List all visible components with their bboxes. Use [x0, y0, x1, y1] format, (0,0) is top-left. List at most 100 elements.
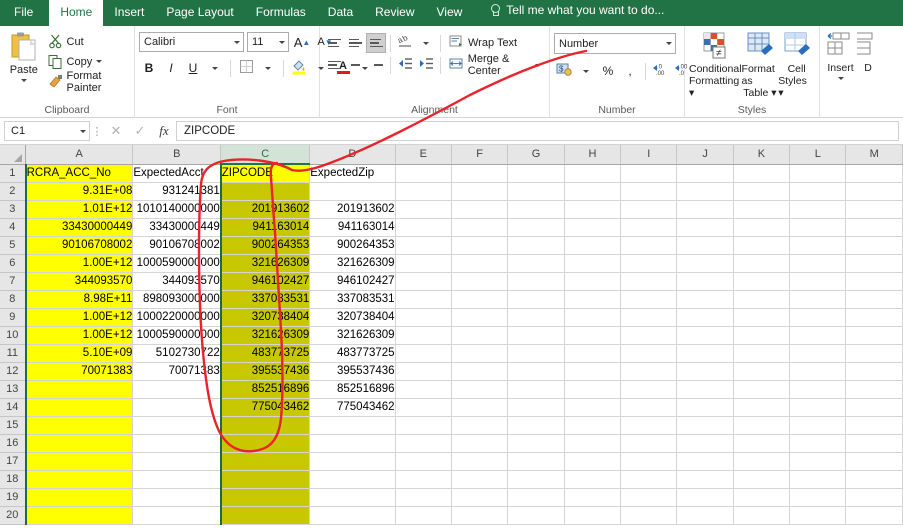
cell-H2[interactable] [564, 182, 620, 200]
number-format-combo[interactable]: Number [554, 33, 676, 54]
cell-D2[interactable] [310, 182, 395, 200]
row-header-10[interactable]: 10 [0, 326, 26, 344]
row-header-4[interactable]: 4 [0, 218, 26, 236]
tab-formulas[interactable]: Formulas [245, 0, 317, 26]
row-header-9[interactable]: 9 [0, 308, 26, 326]
grid-row[interactable]: 16 [0, 434, 903, 452]
cell-L14[interactable] [790, 398, 846, 416]
cell-D6[interactable]: 321626309 [310, 254, 395, 272]
format-painter-button[interactable]: Format Painter [48, 73, 130, 90]
cell-I5[interactable] [621, 236, 677, 254]
cell-K16[interactable] [733, 434, 789, 452]
cell-E9[interactable] [395, 308, 451, 326]
cell-A14[interactable] [26, 398, 133, 416]
cell-C11[interactable]: 483773725 [221, 344, 310, 362]
cell-M2[interactable] [846, 182, 903, 200]
cell-M12[interactable] [846, 362, 903, 380]
formula-bar-grip[interactable]: ⋮ [90, 125, 104, 138]
tell-me-search[interactable]: Tell me what you want to do... [473, 0, 664, 26]
cell-C13[interactable]: 852516896 [221, 380, 310, 398]
cell-K2[interactable] [733, 182, 789, 200]
row-header-12[interactable]: 12 [0, 362, 26, 380]
cell-D8[interactable]: 337083531 [310, 290, 395, 308]
underline-dropdown[interactable] [205, 58, 225, 78]
cell-K11[interactable] [733, 344, 789, 362]
confirm-entry-button[interactable]: ✓ [128, 121, 152, 141]
cell-M11[interactable] [846, 344, 903, 362]
cell-H15[interactable] [564, 416, 620, 434]
cell-K7[interactable] [733, 272, 789, 290]
cell-E13[interactable] [395, 380, 451, 398]
cell-K17[interactable] [733, 452, 789, 470]
cell-E7[interactable] [395, 272, 451, 290]
cell-F1[interactable] [451, 164, 507, 182]
cell-H3[interactable] [564, 200, 620, 218]
cell-F4[interactable] [451, 218, 507, 236]
cell-J9[interactable] [677, 308, 733, 326]
cancel-entry-button[interactable]: ✕ [104, 121, 128, 141]
font-name-combo[interactable]: Calibri [139, 32, 244, 52]
cell-G6[interactable] [508, 254, 564, 272]
grid-row[interactable]: 31.01E+121010140000000201913602201913602 [0, 200, 903, 218]
cell-G3[interactable] [508, 200, 564, 218]
cell-B8[interactable]: 898093000000 [133, 290, 221, 308]
cell-L19[interactable] [790, 488, 846, 506]
cell-M5[interactable] [846, 236, 903, 254]
cell-D13[interactable]: 852516896 [310, 380, 395, 398]
grid-row[interactable]: 18 [0, 470, 903, 488]
cell-D1[interactable]: ExpectedZip [310, 164, 395, 182]
cell-A2[interactable]: 9.31E+08 [26, 182, 133, 200]
copy-button[interactable]: Copy [48, 53, 130, 70]
cell-H8[interactable] [564, 290, 620, 308]
cell-G15[interactable] [508, 416, 564, 434]
cell-J7[interactable] [677, 272, 733, 290]
cell-B5[interactable]: 90106708002 [133, 236, 221, 254]
column-header-K[interactable]: K [733, 145, 789, 164]
insert-cells-button[interactable]: Insert [824, 29, 857, 80]
cell-H12[interactable] [564, 362, 620, 380]
cell-K1[interactable] [733, 164, 789, 182]
cell-E16[interactable] [395, 434, 451, 452]
cell-I16[interactable] [621, 434, 677, 452]
cell-I9[interactable] [621, 308, 677, 326]
cell-E6[interactable] [395, 254, 451, 272]
row-header-13[interactable]: 13 [0, 380, 26, 398]
cell-A6[interactable]: 1.00E+12 [26, 254, 133, 272]
increase-decimal-button[interactable]: .0 .00 [651, 61, 671, 81]
cell-H13[interactable] [564, 380, 620, 398]
column-header-H[interactable]: H [564, 145, 620, 164]
cell-E5[interactable] [395, 236, 451, 254]
cell-L13[interactable] [790, 380, 846, 398]
cell-H10[interactable] [564, 326, 620, 344]
column-header-B[interactable]: B [133, 145, 221, 164]
column-header-L[interactable]: L [790, 145, 846, 164]
delete-cells-button[interactable]: D [857, 29, 879, 74]
cell-C2[interactable] [221, 182, 310, 200]
column-header-G[interactable]: G [508, 145, 564, 164]
spreadsheet-grid[interactable]: ABCDEFGHIJKLM 1RCRA_ACC_NoExpectedAcctZI… [0, 145, 903, 528]
cell-G9[interactable] [508, 308, 564, 326]
cell-J3[interactable] [677, 200, 733, 218]
cell-D4[interactable]: 941163014 [310, 218, 395, 236]
cell-F8[interactable] [451, 290, 507, 308]
cell-B12[interactable]: 70071383 [133, 362, 221, 380]
column-header-C[interactable]: C [221, 145, 310, 164]
row-header-19[interactable]: 19 [0, 488, 26, 506]
cell-H14[interactable] [564, 398, 620, 416]
orientation-dropdown[interactable] [416, 33, 436, 53]
cut-button[interactable]: Cut [48, 33, 130, 50]
cell-C14[interactable]: 775043462 [221, 398, 310, 416]
column-header-A[interactable]: A [26, 145, 133, 164]
grid-body[interactable]: 1RCRA_ACC_NoExpectedAcctZIPCODEExpectedZ… [0, 164, 903, 524]
grow-font-button[interactable]: A▲ [292, 32, 312, 52]
cell-J20[interactable] [677, 506, 733, 524]
cell-K15[interactable] [733, 416, 789, 434]
cell-B15[interactable] [133, 416, 221, 434]
cell-F6[interactable] [451, 254, 507, 272]
cell-A10[interactable]: 1.00E+12 [26, 326, 133, 344]
cell-C7[interactable]: 946102427 [221, 272, 310, 290]
cell-H19[interactable] [564, 488, 620, 506]
cell-L4[interactable] [790, 218, 846, 236]
cell-D19[interactable] [310, 488, 395, 506]
cell-G16[interactable] [508, 434, 564, 452]
